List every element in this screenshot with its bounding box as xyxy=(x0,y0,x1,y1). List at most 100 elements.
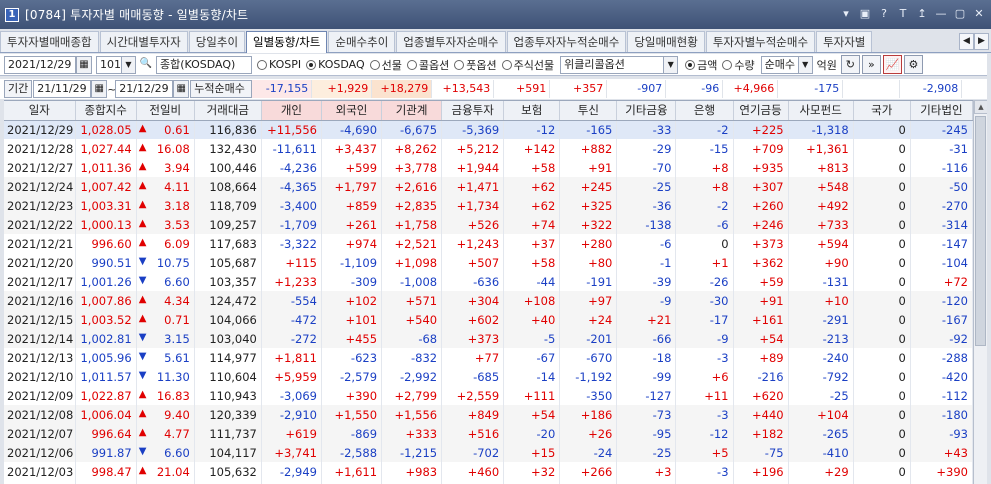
tab-2[interactable]: 당일추이 xyxy=(188,31,246,52)
table-cell: 1,003.52 xyxy=(75,310,137,329)
table-row[interactable]: 2021/12/09 1,022.87 ▲ 16.83 110,943 -3,069 +39… xyxy=(4,386,973,405)
search-icon[interactable]: 🔍 xyxy=(138,56,154,74)
column-header[interactable]: 기타금융 xyxy=(616,101,677,121)
table-row[interactable]: 2021/12/29 1,028.05 ▲ 0.61 116,836 +11,556 -4,… xyxy=(4,120,973,139)
column-header[interactable]: 기관계 xyxy=(381,101,443,121)
table-row[interactable]: 2021/12/08 1,006.04 ▲ 9.40 120,339 -2,910 +1,5… xyxy=(4,405,973,424)
table-row[interactable]: 2021/12/14 1,002.81 ▼ 3.15 103,040 -272 +455 -6… xyxy=(4,329,973,348)
table-row[interactable]: 2021/12/17 1,001.26 ▼ 6.60 103,357 +1,233 -309… xyxy=(4,272,973,291)
calendar-icon[interactable]: ▦ xyxy=(76,55,92,74)
tab-3[interactable]: 일별동향/차트 xyxy=(246,31,328,53)
column-header[interactable]: 전일비 xyxy=(136,101,195,121)
cumulative-sum-cell: -2,908 xyxy=(900,80,963,98)
market-radio-5[interactable]: 주식선물 xyxy=(501,57,554,73)
option-dropdown-icon[interactable]: ▼ xyxy=(664,55,679,74)
change-cell: ▲ 21.04 xyxy=(136,462,195,481)
pin-icon[interactable]: ↥ xyxy=(916,7,928,20)
tab-9[interactable]: 투자자별 xyxy=(816,31,873,52)
vertical-scrollbar[interactable]: ▲ xyxy=(973,100,988,484)
trade-type-select[interactable]: 순매수 xyxy=(760,55,799,74)
period-to-input[interactable]: 21/12/29 xyxy=(115,80,174,98)
radio-indicator[interactable] xyxy=(257,59,267,70)
font-size-icon[interactable]: T xyxy=(897,7,909,20)
radio-indicator[interactable] xyxy=(454,59,465,70)
table-row[interactable]: 2021/12/28 1,027.44 ▲ 16.08 132,430 -11,611 +3… xyxy=(4,139,973,158)
table-row[interactable]: 2021/12/06 991.87 ▼ 6.60 104,117 +3,741 -2,588… xyxy=(4,443,973,462)
table-row[interactable]: 2021/12/20 990.51 ▼ 10.75 105,687 +115 -1,109 +… xyxy=(4,253,973,272)
table-row[interactable]: 2021/12/16 1,007.86 ▲ 4.34 124,472 -554 +102 +5… xyxy=(4,291,973,310)
scroll-up-icon[interactable]: ▲ xyxy=(974,100,988,114)
column-header[interactable]: 종합지수 xyxy=(75,101,137,121)
table-row[interactable]: 2021/12/15 1,003.52 ▲ 0.71 104,066 -472 +101 +5… xyxy=(4,310,973,329)
column-header[interactable]: 금융투자 xyxy=(441,101,505,121)
settings-gear-icon[interactable]: ⚙ xyxy=(903,55,923,74)
market-code-input[interactable]: 101 xyxy=(96,55,122,74)
maximize-icon[interactable]: ▢ xyxy=(954,7,966,20)
option-select[interactable]: 위클리콜옵션 xyxy=(560,55,665,74)
column-header[interactable]: 국가 xyxy=(853,101,911,121)
column-header[interactable]: 연기금등 xyxy=(733,101,789,121)
next-page-icon[interactable]: » xyxy=(861,55,881,74)
column-header[interactable]: 사모펀드 xyxy=(788,101,854,121)
tab-8[interactable]: 투자자별누적순매수 xyxy=(705,31,816,52)
table-row[interactable]: 2021/12/23 1,003.31 ▲ 3.18 118,709 -3,400 +859… xyxy=(4,196,973,215)
date-input[interactable]: 2021/12/29 xyxy=(4,55,76,74)
refresh-icon[interactable]: ↻ xyxy=(840,55,860,74)
help-icon[interactable]: ? xyxy=(878,7,890,20)
table-row[interactable]: 2021/12/07 996.64 ▲ 4.77 111,737 +619 -869 +333… xyxy=(4,424,973,443)
tab-5[interactable]: 업종별투자자순매수 xyxy=(396,31,506,52)
column-header[interactable]: 거래대금 xyxy=(194,101,262,121)
column-header[interactable]: 기타법인 xyxy=(910,101,973,121)
table-cell: +440 xyxy=(733,405,789,424)
table-row[interactable]: 2021/12/21 996.60 ▲ 6.09 117,683 -3,322 +974 +2… xyxy=(4,234,973,253)
tab-6[interactable]: 업종투자자누적순매수 xyxy=(506,31,627,52)
column-header[interactable]: 보험 xyxy=(503,101,561,121)
window-list-icon[interactable]: ▾ xyxy=(840,7,852,20)
tab-next-button[interactable]: ▶ xyxy=(974,33,989,50)
chart-link-icon[interactable]: ▣ xyxy=(859,7,871,20)
radio-indicator[interactable] xyxy=(722,59,733,70)
change-cell: ▲ 16.08 xyxy=(136,139,195,158)
table-row[interactable]: 2021/12/13 1,005.96 ▼ 5.61 114,977 +1,811 -623… xyxy=(4,348,973,367)
unit-radio-0[interactable]: 금액 xyxy=(685,57,717,73)
tab-7[interactable]: 당일매매현황 xyxy=(627,31,705,52)
radio-indicator[interactable] xyxy=(685,59,696,70)
unit-radio-1[interactable]: 수량 xyxy=(722,57,755,73)
table-cell: 0 xyxy=(675,234,734,253)
column-header[interactable]: 일자 xyxy=(4,101,76,121)
market-radio-3[interactable]: 콜옵션 xyxy=(406,57,449,73)
tab-prev-button[interactable]: ◀ xyxy=(959,33,974,50)
market-radio-4[interactable]: 풋옵션 xyxy=(454,57,497,73)
market-code-dropdown-icon[interactable]: ▼ xyxy=(122,55,136,74)
calendar-to-icon[interactable]: ▦ xyxy=(173,80,190,98)
column-header[interactable]: 외국인 xyxy=(321,101,383,121)
radio-indicator[interactable] xyxy=(501,59,512,70)
market-radio-1[interactable]: KOSDAQ xyxy=(306,57,365,73)
table-row[interactable]: 2021/12/22 1,000.13 ▲ 3.53 109,257 -1,709 +261… xyxy=(4,215,973,234)
column-header[interactable]: 투신 xyxy=(559,101,618,121)
table-row[interactable]: 2021/12/27 1,011.36 ▲ 3.94 100,446 -4,236 +599… xyxy=(4,158,973,177)
table-row[interactable]: 2021/12/10 1,011.57 ▼ 11.30 110,604 +5,959 -2,… xyxy=(4,367,973,386)
tab-1[interactable]: 시간대별투자자 xyxy=(99,31,188,52)
trade-type-dropdown-icon[interactable]: ▼ xyxy=(798,55,813,74)
tab-0[interactable]: 투자자별매매종합 xyxy=(0,31,99,52)
table-row[interactable]: 2021/12/24 1,007.42 ▲ 4.11 108,664 -4,365 +1,7… xyxy=(4,177,973,196)
table-cell: +935 xyxy=(733,158,789,177)
chart-icon[interactable]: 📈 xyxy=(882,55,902,74)
calendar-from-icon[interactable]: ▦ xyxy=(91,80,108,98)
market-radio-2[interactable]: 선물 xyxy=(369,57,402,73)
column-header[interactable]: 은행 xyxy=(675,101,734,121)
scroll-thumb[interactable] xyxy=(975,116,986,346)
table-cell: 0 xyxy=(853,120,911,139)
radio-indicator[interactable] xyxy=(406,59,417,70)
minimize-icon[interactable]: — xyxy=(935,7,947,20)
radio-indicator[interactable] xyxy=(369,59,380,70)
column-header[interactable]: 개인 xyxy=(261,101,322,121)
close-icon[interactable]: ✕ xyxy=(973,7,985,20)
period-from-input[interactable]: 21/11/29 xyxy=(33,80,92,98)
window-edge xyxy=(987,54,991,484)
market-radio-0[interactable]: KOSPI xyxy=(257,57,301,73)
tab-4[interactable]: 순매수추이 xyxy=(328,31,396,52)
table-row[interactable]: 2021/12/03 998.47 ▲ 21.04 105,632 -2,949 +1,61… xyxy=(4,462,973,481)
radio-indicator[interactable] xyxy=(306,59,317,70)
